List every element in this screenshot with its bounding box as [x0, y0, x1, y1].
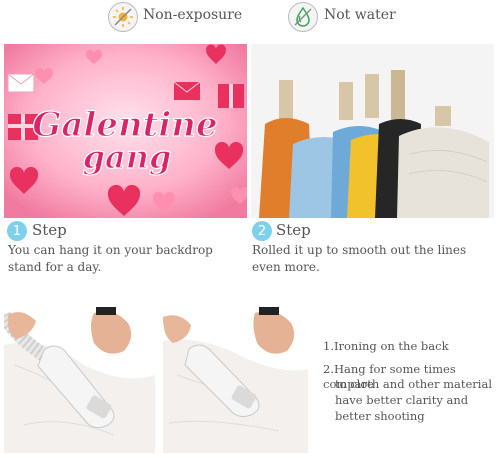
step-2-number-badge: 2: [252, 221, 272, 241]
step-2-description-line2: even more.: [252, 260, 320, 274]
water-drop-icon: [288, 2, 318, 32]
sun-icon: [108, 2, 138, 32]
step-1-description-line1: You can hang it on your backdrop: [8, 243, 213, 257]
fabric-rolls-image: [251, 44, 494, 218]
not-water-label: Not water: [324, 7, 396, 23]
step-1-title: Step: [32, 221, 67, 239]
steamer-photo-1: [4, 305, 155, 453]
step-2-title: Step: [276, 221, 311, 239]
instruction-item-2-line3: have better clarity and: [335, 393, 469, 407]
banner-title-line2: gang: [83, 138, 172, 176]
step-1-number-badge: 1: [7, 221, 27, 241]
instruction-item-1: 1.Ironing on the back: [323, 339, 449, 353]
instruction-item-2-line4: better shooting: [335, 409, 425, 423]
galentine-banner-image: Galentine gang: [4, 44, 247, 218]
instruction-item-2-line2: to cloth and other material: [335, 377, 493, 391]
step-2-description-line1: Rolled it up to smooth out the lines: [252, 243, 467, 257]
steamer-photo-2: [163, 305, 308, 453]
non-exposure-label: Non-exposure: [143, 7, 243, 23]
step-1-description-line2: stand for a day.: [8, 260, 102, 274]
